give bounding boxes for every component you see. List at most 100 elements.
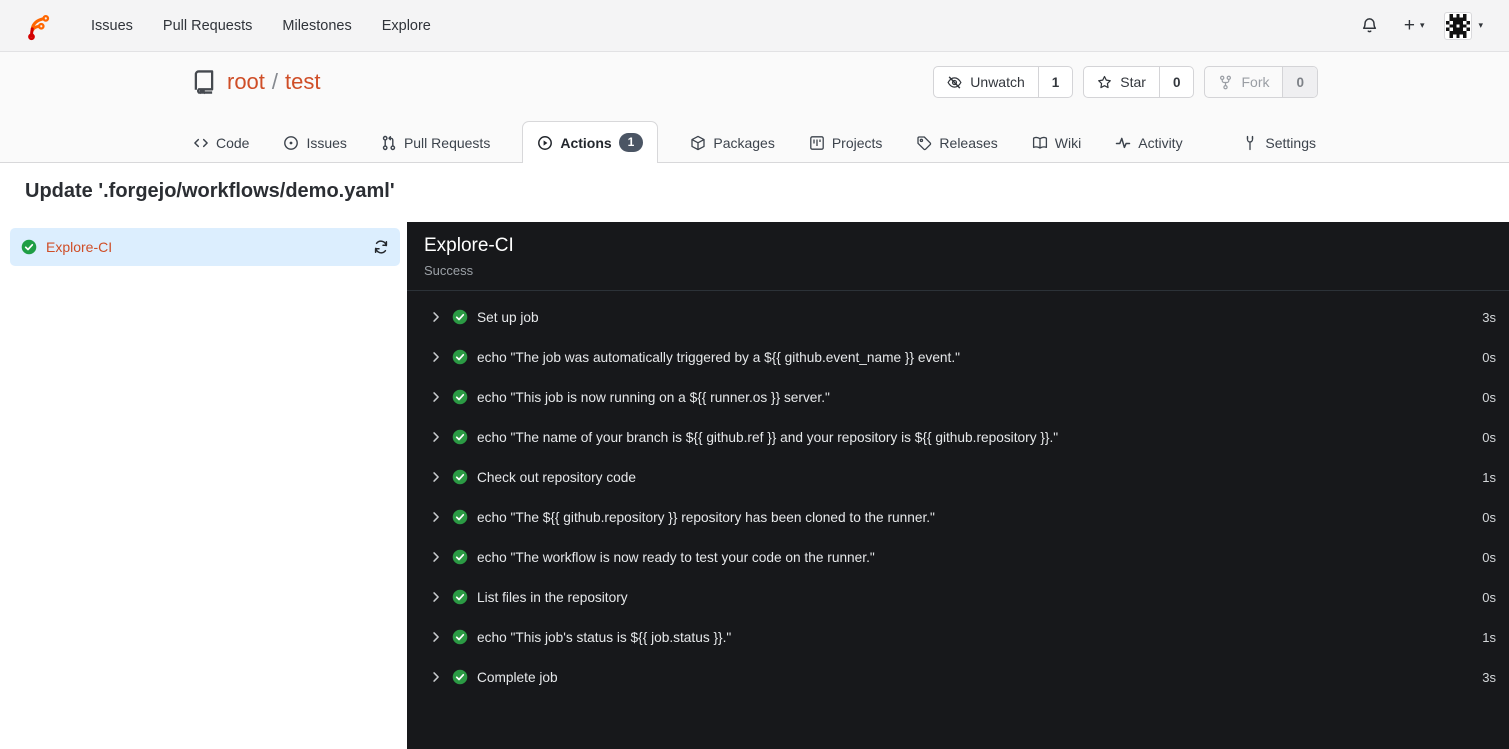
chevron-down-icon: ▾ xyxy=(1478,20,1483,30)
chevron-right-icon[interactable] xyxy=(429,430,443,444)
notifications-button[interactable] xyxy=(1355,11,1384,40)
navbar-right: + ▾ ▾ xyxy=(1355,11,1483,40)
success-check-icon xyxy=(452,549,468,565)
job-step-row[interactable]: echo "The name of your branch is ${{ git… xyxy=(407,417,1509,457)
job-step-row[interactable]: echo "This job is now running on a ${{ r… xyxy=(407,377,1509,417)
tab-settings[interactable]: Settings xyxy=(1240,124,1318,162)
job-log-header: Explore-CI Success xyxy=(407,222,1509,291)
chevron-right-icon[interactable] xyxy=(429,590,443,604)
step-duration: 1s xyxy=(1482,629,1496,645)
create-new-button[interactable]: + ▾ xyxy=(1398,13,1431,39)
tab-label: Issues xyxy=(306,135,347,151)
step-name: List files in the repository xyxy=(477,589,628,605)
nav-link-issues[interactable]: Issues xyxy=(76,10,148,42)
repo-separator: / xyxy=(271,69,279,94)
chevron-right-icon[interactable] xyxy=(429,670,443,684)
step-duration: 1s xyxy=(1482,469,1496,485)
step-duration: 0s xyxy=(1482,429,1496,445)
repo-owner-link[interactable]: root xyxy=(227,69,265,95)
chevron-right-icon[interactable] xyxy=(429,310,443,324)
tab-actions[interactable]: Actions 1 xyxy=(522,121,659,163)
fork-icon xyxy=(1220,75,1232,89)
job-step-row[interactable]: echo "This job's status is ${{ job.statu… xyxy=(407,617,1509,657)
job-step-row[interactable]: Set up job 3s xyxy=(407,297,1509,337)
success-check-icon xyxy=(452,629,468,645)
pull-request-icon xyxy=(382,135,396,151)
tab-label: Releases xyxy=(939,135,998,151)
fork-label: Fork xyxy=(1241,74,1270,90)
job-step-row[interactable]: echo "The job was automatically triggere… xyxy=(407,337,1509,377)
eye-off-icon xyxy=(947,75,962,89)
chevron-right-icon[interactable] xyxy=(429,510,443,524)
tab-code[interactable]: Code xyxy=(191,124,251,162)
star-icon xyxy=(1098,75,1112,88)
unwatch-button[interactable]: Unwatch 1 xyxy=(933,66,1074,98)
step-name: Complete job xyxy=(477,669,558,685)
rerun-job-button[interactable] xyxy=(373,239,389,255)
unwatch-label: Unwatch xyxy=(970,74,1025,90)
job-step-row[interactable]: Complete job 3s xyxy=(407,657,1509,697)
watch-count[interactable]: 1 xyxy=(1037,67,1073,97)
nav-link-milestones[interactable]: Milestones xyxy=(267,10,366,42)
star-button[interactable]: Star 0 xyxy=(1083,66,1195,98)
step-name: echo "This job's status is ${{ job.statu… xyxy=(477,629,732,645)
tag-icon xyxy=(917,136,932,151)
tab-packages[interactable]: Packages xyxy=(688,124,776,162)
repo-tabs: Code Issues Pull Requests Actions 1 Pack… xyxy=(191,121,1318,163)
fork-count[interactable]: 0 xyxy=(1282,67,1317,97)
repo-action-buttons: Unwatch 1 Star 0 Fork 0 xyxy=(933,66,1318,98)
job-title: Explore-CI xyxy=(424,235,514,256)
step-name: Check out repository code xyxy=(477,469,637,485)
job-step-row[interactable]: echo "The ${{ github.repository }} repos… xyxy=(407,497,1509,537)
chevron-right-icon[interactable] xyxy=(429,390,443,404)
identicon-avatar-icon xyxy=(1446,13,1471,38)
top-navbar: Issues Pull Requests Milestones Explore … xyxy=(0,0,1509,52)
chevron-right-icon[interactable] xyxy=(429,630,443,644)
repo-name-link[interactable]: test xyxy=(285,69,320,95)
step-duration: 0s xyxy=(1482,349,1496,365)
star-label: Star xyxy=(1120,74,1146,90)
user-menu-button[interactable]: ▾ xyxy=(1444,11,1483,40)
chevron-right-icon[interactable] xyxy=(429,550,443,564)
jobs-sidebar: Explore-CI xyxy=(0,222,407,749)
chevron-right-icon[interactable] xyxy=(429,350,443,364)
step-name: echo "The name of your branch is ${{ git… xyxy=(477,429,1059,445)
step-duration: 0s xyxy=(1482,589,1496,605)
job-step-row[interactable]: List files in the repository 0s xyxy=(407,577,1509,617)
chevron-right-icon[interactable] xyxy=(429,470,443,484)
nav-link-explore[interactable]: Explore xyxy=(367,10,446,42)
play-circle-icon xyxy=(538,135,553,150)
step-name: echo "This job is now running on a ${{ r… xyxy=(477,389,830,405)
sidebar-job-explore-ci[interactable]: Explore-CI xyxy=(10,228,400,266)
actions-run-view: Explore-CI Explore-CI Success Set up job… xyxy=(0,222,1509,749)
success-check-icon xyxy=(452,669,468,685)
tab-label: Projects xyxy=(831,135,883,151)
tab-label: Activity xyxy=(1138,135,1183,151)
tab-releases[interactable]: Releases xyxy=(914,124,999,162)
forgejo-logo[interactable] xyxy=(20,9,54,43)
code-icon xyxy=(194,138,208,148)
step-duration: 3s xyxy=(1482,309,1496,325)
job-name-label: Explore-CI xyxy=(46,239,113,255)
tab-issues[interactable]: Issues xyxy=(281,124,348,162)
tab-wiki[interactable]: Wiki xyxy=(1030,124,1083,162)
tab-activity[interactable]: Activity xyxy=(1113,124,1184,162)
fork-button[interactable]: Fork 0 xyxy=(1204,66,1318,98)
tab-projects[interactable]: Projects xyxy=(807,124,885,162)
step-duration: 0s xyxy=(1482,549,1496,565)
page-title: Update '.forgejo/workflows/demo.yaml' xyxy=(25,180,395,202)
job-status-text: Success xyxy=(424,263,474,278)
bell-icon xyxy=(1362,18,1376,33)
success-check-icon xyxy=(452,309,468,325)
package-icon xyxy=(691,135,706,151)
nav-link-pull-requests[interactable]: Pull Requests xyxy=(148,10,267,42)
step-duration: 0s xyxy=(1482,509,1496,525)
repo-title-row: root / test Unwatch 1 Star 0 Fork 0 xyxy=(191,66,1318,98)
tab-pull-requests[interactable]: Pull Requests xyxy=(379,124,492,162)
success-check-icon xyxy=(452,509,468,525)
tab-label: Wiki xyxy=(1054,135,1082,151)
chevron-down-icon: ▾ xyxy=(1419,20,1425,30)
star-count[interactable]: 0 xyxy=(1158,67,1194,97)
job-step-row[interactable]: Check out repository code 1s xyxy=(407,457,1509,497)
job-step-row[interactable]: echo "The workflow is now ready to test … xyxy=(407,537,1509,577)
